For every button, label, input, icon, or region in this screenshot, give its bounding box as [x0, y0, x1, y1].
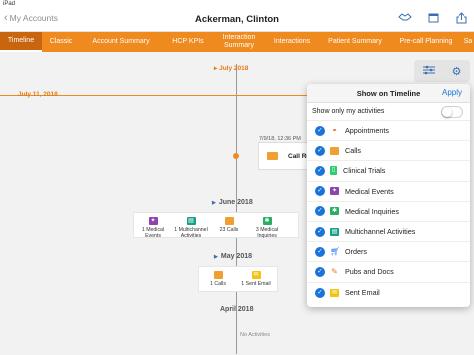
option-label: Appointments: [345, 126, 389, 136]
month-april: April 2018: [220, 306, 254, 313]
june-summary-card[interactable]: ✦ 1 Medical Events ▤ 1 Multichannel Acti…: [133, 212, 299, 239]
month-may: ▶ May 2018: [214, 253, 252, 260]
calls-icon: [330, 146, 339, 155]
option-label: Orders: [345, 247, 367, 257]
today-label: July 11, 2018: [18, 91, 58, 98]
june-item-label: 3 Medical Inquiries: [255, 227, 279, 239]
june-item-label: 1 Multichannel Activities: [174, 227, 208, 239]
gear-icon[interactable]: ⚙: [452, 65, 462, 78]
multichannel-icon: ▤: [330, 227, 339, 236]
nav-actions: [398, 12, 468, 24]
june-item-medical-inquiries[interactable]: ✱ 3 Medical Inquiries: [248, 213, 286, 239]
checkmark-icon: ✓: [315, 246, 325, 257]
tab-sa[interactable]: Sa: [462, 32, 474, 52]
checkmark-icon: ✓: [315, 186, 325, 197]
calls-icon: [267, 152, 278, 160]
june-item-label: 1 Medical Events: [141, 227, 165, 239]
show-on-timeline-popover: Show on Timeline Apply Show only my acti…: [307, 84, 470, 307]
status-bar: iPad: [0, 0, 474, 8]
checkmark-icon: ✓: [315, 145, 325, 156]
option-label: Calls: [345, 146, 361, 156]
triangle-icon: ▶: [214, 254, 218, 260]
calls-icon: [213, 271, 223, 279]
navigation-bar: ‹ My Accounts Ackerman, Clinton: [0, 8, 474, 32]
month-june-label: June 2018: [218, 199, 253, 206]
option-label: Clinical Trials: [343, 166, 386, 176]
medical-inquiries-icon: ✱: [330, 207, 339, 216]
tab-interactions[interactable]: Interactions: [264, 32, 320, 52]
option-label: Medical Inquiries: [345, 206, 399, 216]
june-item-medical-events[interactable]: ✦ 1 Medical Events: [134, 213, 172, 239]
popover-header: Show on Timeline Apply: [307, 84, 470, 103]
month-may-label: May 2018: [220, 253, 252, 260]
june-item-label: 23 Calls: [219, 227, 239, 233]
sent-email-icon: ✉: [251, 271, 261, 279]
sent-email-icon: ✉: [330, 288, 339, 297]
checkmark-icon: ✓: [315, 125, 325, 136]
option-pubs-and-docs[interactable]: ✓ ✎ Pubs and Docs: [307, 262, 470, 283]
may-summary-card[interactable]: 1 Calls ✉ 1 Sent Email: [198, 266, 278, 292]
option-label: Medical Events: [345, 186, 394, 196]
option-label: Multichannel Activities: [345, 227, 416, 237]
month-marker: ▸ July 2018: [214, 65, 249, 72]
checkmark-icon: ✓: [315, 266, 325, 277]
multichannel-icon: ▤: [186, 217, 196, 225]
calls-icon: [224, 217, 234, 225]
calendar-icon[interactable]: [426, 12, 440, 24]
checkmark-icon: ✓: [315, 165, 325, 176]
tab-bar: Timeline Classic Account Summary HCP KPI…: [0, 32, 474, 52]
tab-timeline[interactable]: Timeline: [0, 32, 42, 52]
apply-button[interactable]: Apply: [442, 88, 462, 97]
pubs-docs-icon: ✎: [331, 266, 338, 276]
filter-sliders-icon[interactable]: [422, 65, 435, 78]
option-appointments[interactable]: ✓ ◓ Appointments: [307, 121, 470, 142]
month-june: ▶ June 2018: [212, 199, 253, 206]
month-marker-label: July 2018: [219, 65, 249, 72]
call-time: 7/9/18, 12:36 PM: [259, 136, 301, 142]
may-item-calls[interactable]: 1 Calls: [199, 267, 237, 291]
call-dot[interactable]: [233, 153, 239, 159]
carrier-label: iPad: [3, 1, 16, 7]
only-my-activities-toggle[interactable]: [441, 106, 463, 118]
option-multichannel-activities[interactable]: ✓ ▤ Multichannel Activities: [307, 222, 470, 243]
clinical-trials-icon: ▯: [330, 166, 337, 176]
no-activities-label: No Activities: [240, 332, 270, 338]
checkmark-icon: ✓: [315, 287, 325, 298]
medical-events-icon: ✦: [148, 217, 158, 225]
medical-inquiries-icon: ✱: [262, 217, 272, 225]
option-medical-inquiries[interactable]: ✓ ✱ Medical Inquiries: [307, 202, 470, 222]
may-item-sent-email[interactable]: ✉ 1 Sent Email: [237, 267, 275, 291]
share-icon[interactable]: [454, 12, 468, 24]
june-item-multichannel[interactable]: ▤ 1 Multichannel Activities: [172, 213, 210, 239]
may-item-label: 1 Calls: [210, 281, 226, 287]
checkmark-icon: ✓: [315, 226, 325, 237]
tab-account-summary[interactable]: Account Summary: [80, 32, 162, 52]
option-clinical-trials[interactable]: ✓ ▯ Clinical Trials: [307, 161, 470, 182]
tab-classic[interactable]: Classic: [42, 32, 80, 52]
toggle-knob: [442, 107, 452, 117]
may-item-label: 1 Sent Email: [241, 281, 271, 287]
option-label: Pubs and Docs: [345, 267, 394, 277]
only-my-activities-row: Show only my activities: [307, 103, 470, 121]
option-calls[interactable]: ✓ Calls: [307, 141, 470, 162]
medical-events-icon: ✦: [330, 187, 339, 196]
handshake-icon[interactable]: [398, 12, 412, 24]
june-item-calls[interactable]: 23 Calls: [210, 213, 248, 237]
checkmark-icon: ✓: [315, 206, 325, 217]
tab-patient-summary[interactable]: Patient Summary: [320, 32, 390, 52]
option-sent-email[interactable]: ✓ ✉ Sent Email: [307, 283, 470, 303]
option-medical-events[interactable]: ✓ ✦ Medical Events: [307, 182, 470, 202]
triangle-icon: ▶: [212, 200, 216, 206]
only-my-activities-label: Show only my activities: [312, 108, 385, 115]
tab-pre-call-planning[interactable]: Pre-call Planning: [390, 32, 462, 52]
tab-interaction-summary[interactable]: Interaction Summary: [214, 32, 264, 52]
tab-hcp-kpis[interactable]: HCP KPIs: [162, 32, 214, 52]
orders-icon: 🛒︎: [330, 246, 341, 256]
timeline-controls: ⚙: [414, 60, 470, 82]
option-orders[interactable]: ✓ 🛒︎ Orders: [307, 242, 470, 263]
option-label: Sent Email: [345, 288, 380, 298]
appointments-icon: ◓: [332, 125, 337, 135]
